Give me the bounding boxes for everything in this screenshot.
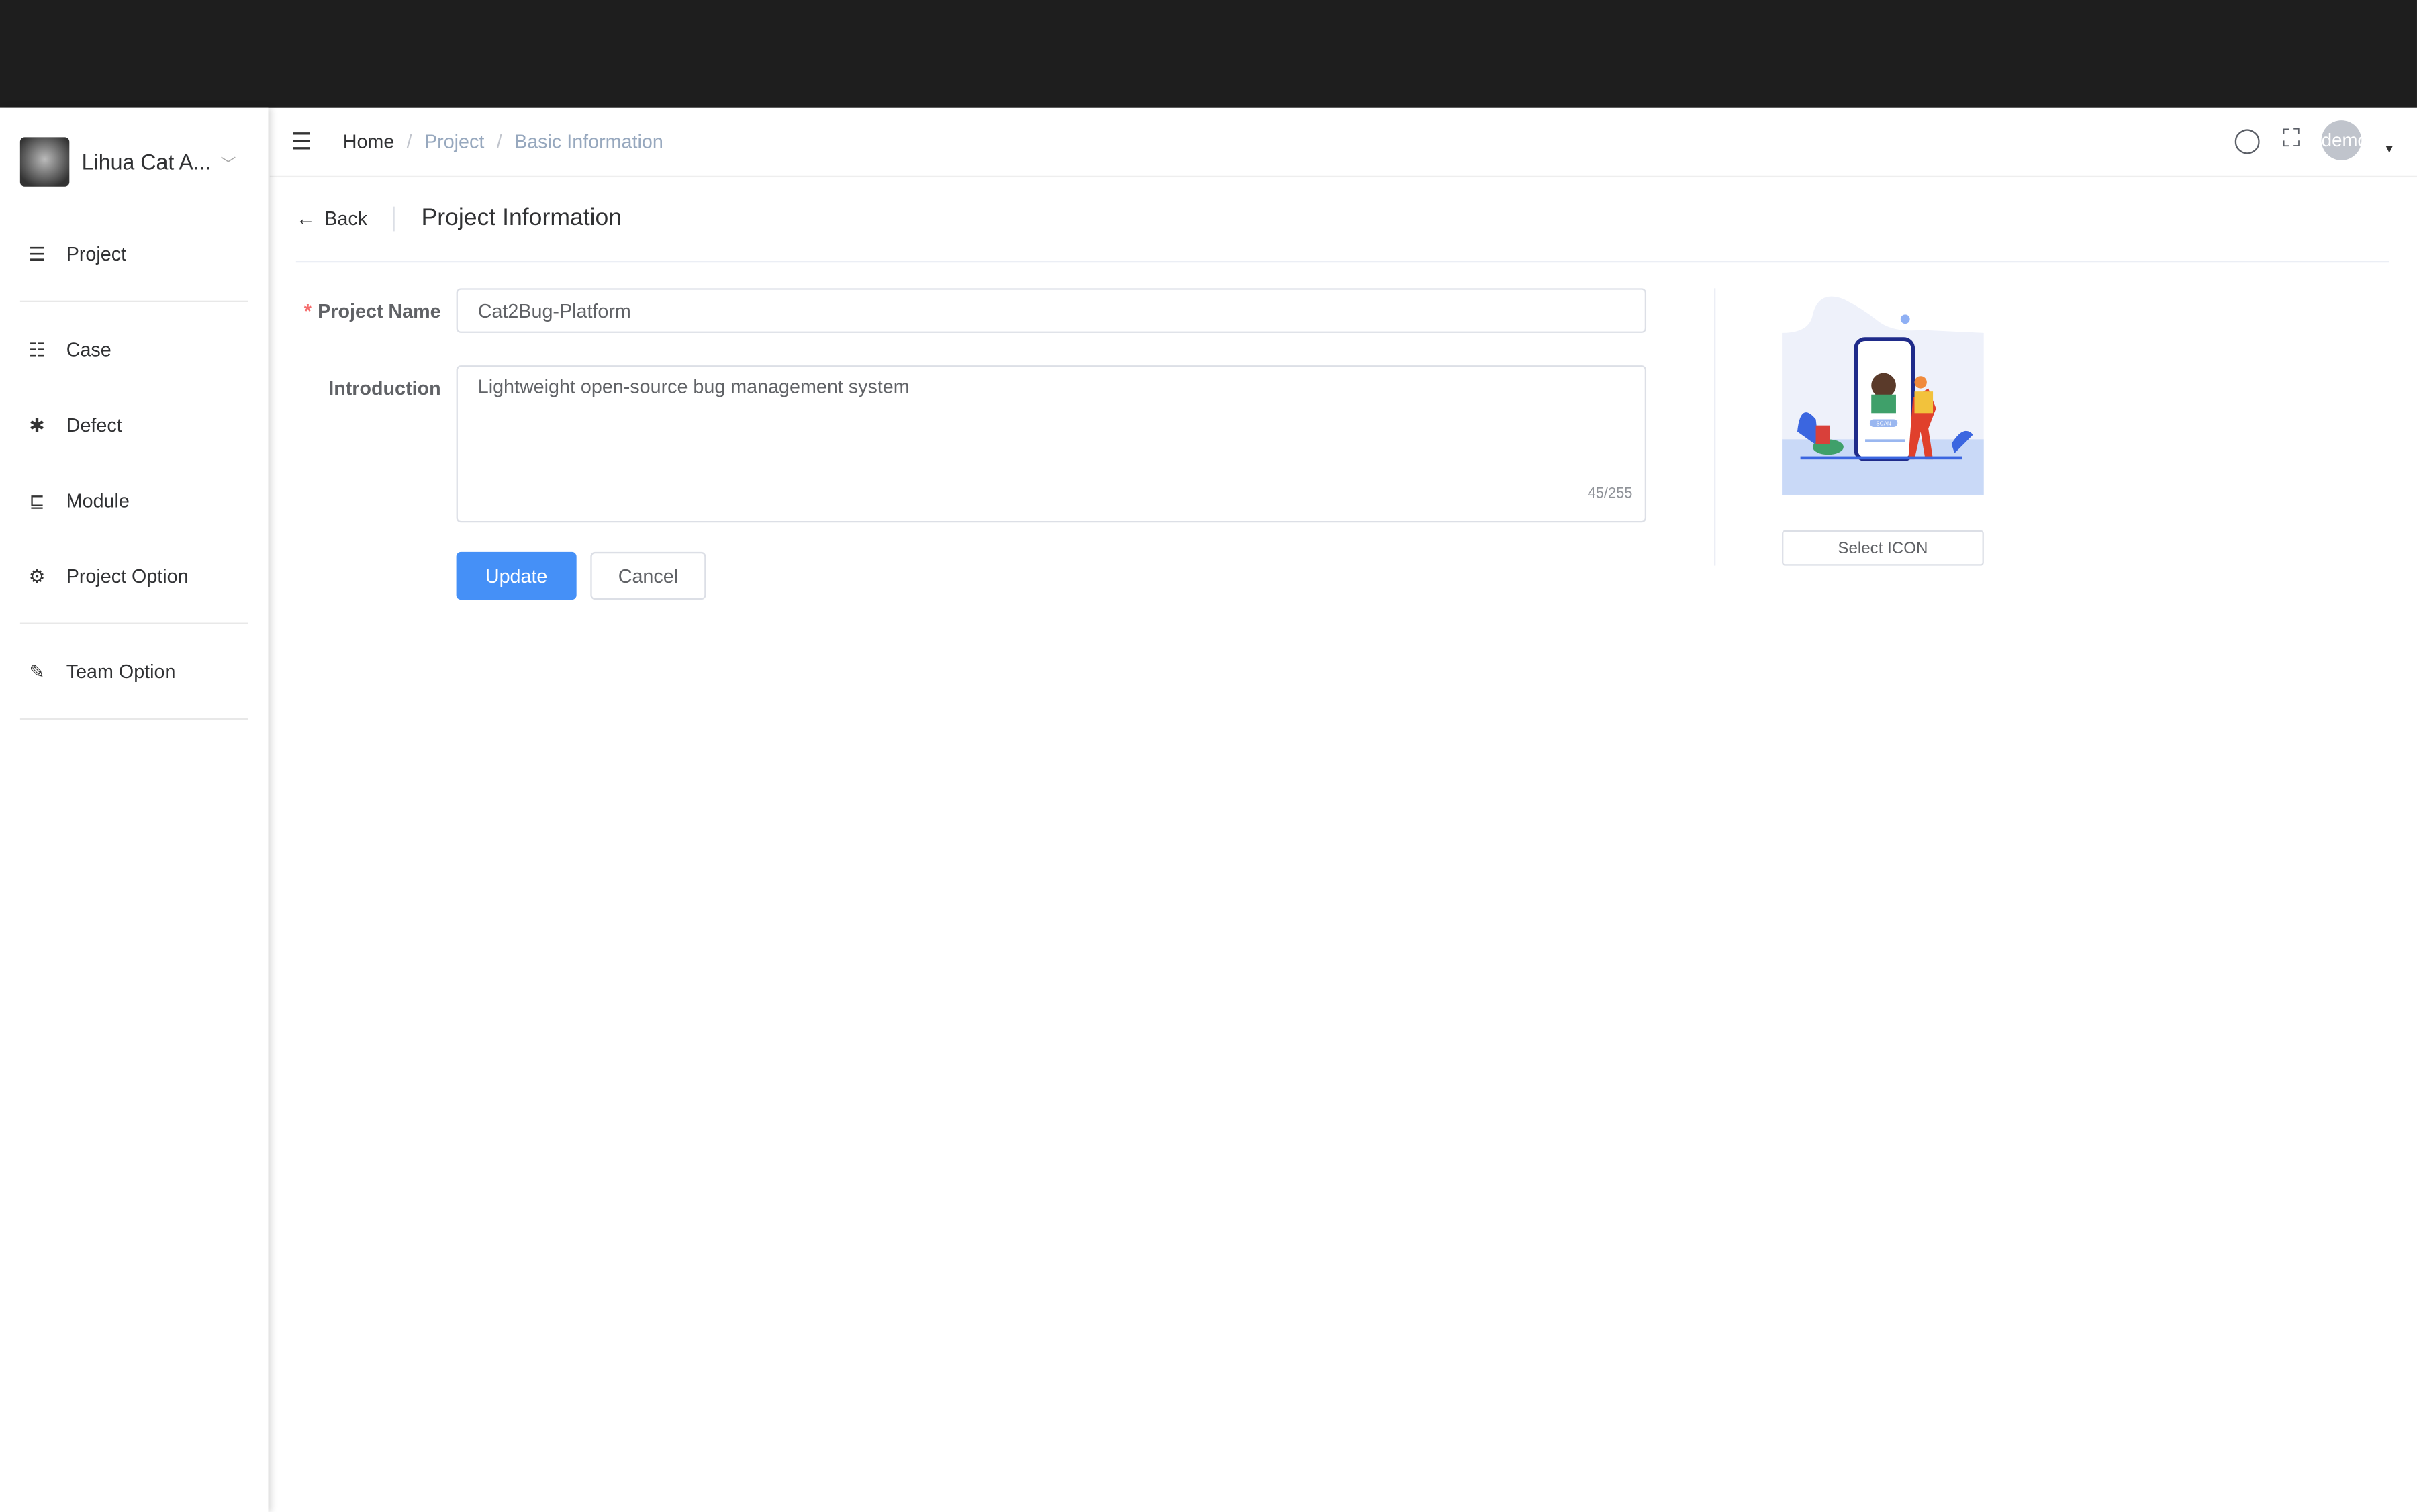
gear-icon: ⚙ <box>28 565 46 587</box>
project-name-label-text: Project Name <box>318 300 441 322</box>
sidebar-item-team-option[interactable]: ✎ Team Option <box>0 634 268 709</box>
case-list-icon: ☷ <box>28 338 46 361</box>
breadcrumb-separator: / <box>496 131 502 153</box>
back-button[interactable]: ← Back <box>296 208 367 230</box>
breadcrumb-current: Basic Information <box>514 131 663 153</box>
project-name-label: * Project Name <box>296 288 457 336</box>
bug-icon: ✱ <box>29 414 45 436</box>
edit-document-icon: ✎ <box>29 660 45 682</box>
breadcrumb-home[interactable]: Home <box>343 131 395 152</box>
window-top-bar <box>0 0 2417 108</box>
fullscreen-icon[interactable]: ⛶ <box>2283 126 2300 154</box>
introduction-label: Introduction <box>328 377 441 399</box>
sidebar-item-defect[interactable]: ✱ Defect <box>0 387 268 462</box>
sidebar-item-label: Case <box>66 338 111 361</box>
sidebar-item-label: Project <box>66 242 127 265</box>
sidebar: Lihua Cat A... ﹀ ☰ Project ☷ Case ✱ Defect … <box>0 107 269 1512</box>
breadcrumb-project[interactable]: Project <box>424 131 484 152</box>
introduction-value: Lightweight open-source bug management s… <box>477 376 910 398</box>
breadcrumb-separator: / <box>406 131 412 153</box>
sidebar-item-case[interactable]: ☷ Case <box>0 312 268 387</box>
list-icon: ☰ <box>28 242 46 265</box>
page-header: ← Back Project Information <box>295 177 2389 263</box>
divider <box>19 300 248 302</box>
chevron-down-icon: ﹀ <box>220 156 236 174</box>
required-mark: * <box>303 300 312 322</box>
team-name: Lihua Cat A... <box>81 149 211 175</box>
page-title: Project Information <box>421 205 622 232</box>
team-avatar <box>19 137 70 187</box>
tree-icon: ⊑ <box>29 489 45 512</box>
divider <box>393 206 395 232</box>
divider <box>19 622 248 624</box>
sidebar-item-label: Defect <box>66 414 122 436</box>
main-content: ← Back Project Information * Project Name … <box>295 177 2389 600</box>
select-icon-button[interactable]: Select ICON <box>1782 530 1984 566</box>
sidebar-item-project-option[interactable]: ⚙ Project Option <box>0 538 268 613</box>
illustration-scan-text: SCAN <box>1876 421 1891 427</box>
icon-panel: SCAN Select ICON <box>1714 288 1984 566</box>
divider <box>19 718 248 720</box>
project-form: * Project Name Cat2Bug-Platform Introduct… <box>296 288 1652 600</box>
github-icon[interactable]: ◯ <box>2234 125 2261 156</box>
project-name-input[interactable]: Cat2Bug-Platform <box>456 288 1647 333</box>
introduction-textarea[interactable]: Lightweight open-source bug management s… <box>456 365 1647 523</box>
breadcrumb: Home / Project / Basic Information <box>343 131 663 152</box>
caret-down-icon[interactable]: ▼ <box>2383 141 2396 155</box>
sidebar-item-label: Project Option <box>66 565 189 587</box>
update-button[interactable]: Update <box>456 551 577 600</box>
character-count: 45/255 <box>1587 485 1633 503</box>
sidebar-item-module[interactable]: ⊑ Module <box>0 463 268 538</box>
menu-fold-icon[interactable]: ☰ <box>291 128 312 156</box>
sidebar-item-label: Module <box>66 489 130 512</box>
team-switcher[interactable]: Lihua Cat A... ﹀ <box>0 108 268 216</box>
sidebar-item-project[interactable]: ☰ Project <box>0 216 268 291</box>
back-label: Back <box>324 207 368 230</box>
top-header: ☰ Home / Project / Basic Information ◯ ⛶… <box>269 108 2417 178</box>
sidebar-item-label: Team Option <box>66 660 176 682</box>
project-icon-illustration: SCAN <box>1782 296 1984 495</box>
cancel-button[interactable]: Cancel <box>590 551 706 600</box>
user-avatar[interactable]: demo <box>2321 120 2362 160</box>
arrow-left-icon: ← <box>295 207 316 230</box>
